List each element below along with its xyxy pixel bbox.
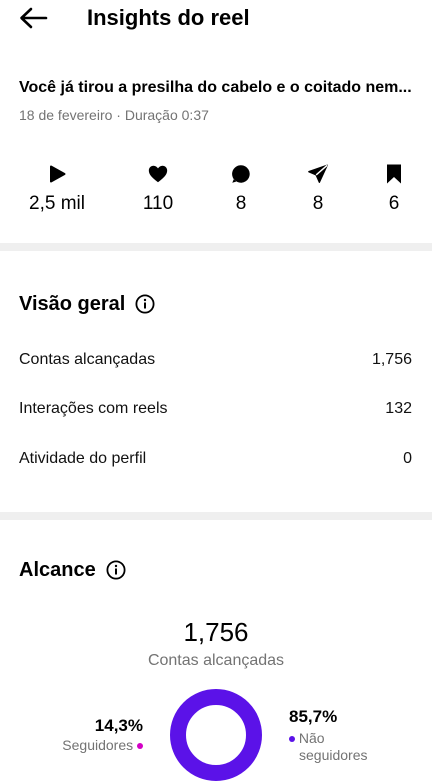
info-icon[interactable] (135, 294, 155, 314)
arrow-left-icon (20, 7, 48, 29)
non-followers-label: Não (298, 730, 325, 746)
followers-legend: 14,3% Seguidores (40, 715, 143, 754)
info-icon[interactable] (106, 560, 126, 580)
non-followers-legend: 85,7% Não seguidores (289, 706, 389, 764)
non-followers-label: seguidores (299, 747, 368, 763)
share-icon (308, 164, 328, 183)
overview-row-label: Interações com reels (19, 400, 168, 417)
followers-percent: 14,3% (94, 716, 143, 735)
reel-meta: 18 de fevereiro · Duração 0:37 (19, 107, 209, 123)
stat-saves-value: 6 (388, 193, 400, 214)
page-title: Insights do reel (87, 5, 250, 30)
overview-section-title: Visão geral (19, 291, 155, 317)
stat-saves: 6 (349, 162, 432, 216)
stat-plays: 2,5 mil (12, 162, 102, 216)
stat-likes-value: 110 (142, 193, 174, 214)
non-followers-dot (289, 736, 295, 743)
followers-label: Seguidores (62, 737, 134, 753)
overview-title: Visão geral (19, 293, 126, 315)
section-divider (0, 512, 432, 520)
overview-row-value: 1,756 (371, 351, 412, 368)
stat-likes: 110 (113, 162, 203, 216)
reach-total: 1,756 (183, 617, 249, 647)
overview-row-label: Atividade do perfil (19, 450, 147, 467)
overview-row-value: 132 (385, 400, 412, 417)
reach-total-label: Contas alcançadas (147, 652, 285, 669)
reel-caption: Você já tirou a presilha do cabelo e o c… (19, 79, 412, 96)
non-followers-percent: 85,7% (289, 707, 338, 726)
overview-row-label: Contas alcançadas (19, 351, 156, 368)
heart-icon (148, 165, 168, 183)
bookmark-icon (387, 164, 401, 184)
play-icon (50, 165, 66, 183)
reach-section-title: Alcance (19, 557, 126, 583)
back-button[interactable] (18, 6, 48, 30)
overview-row-value: 0 (403, 450, 412, 467)
donut-non-followers-segment (170, 689, 262, 781)
reach-donut-chart (170, 689, 262, 781)
stat-plays-value: 2,5 mil (29, 193, 85, 214)
section-divider (0, 243, 432, 251)
reach-title: Alcance (19, 559, 96, 581)
followers-dot (137, 743, 143, 750)
comment-icon (232, 165, 250, 183)
